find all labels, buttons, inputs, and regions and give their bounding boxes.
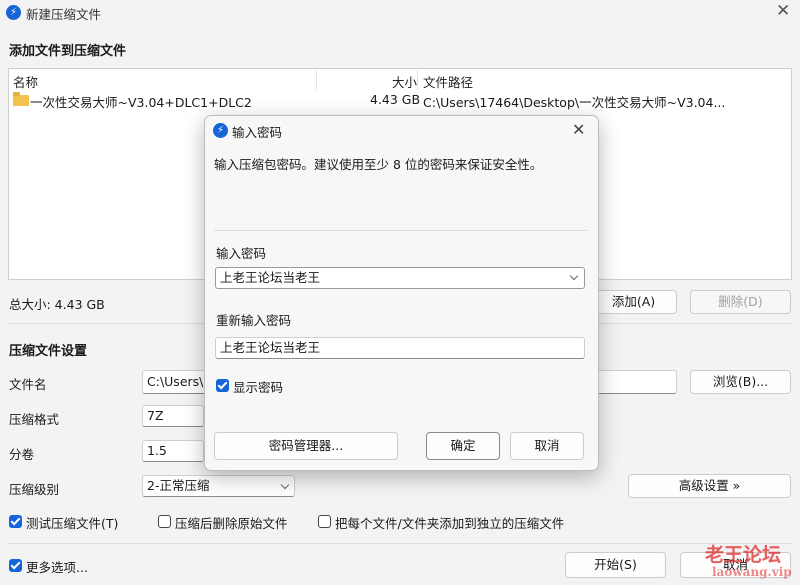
password-dialog: ⚡ 输入密码 ✕ 输入压缩包密码。建议使用至少 8 位的密码来保证安全性。 输入… bbox=[204, 115, 599, 471]
ok-button[interactable]: 确定 bbox=[426, 432, 500, 460]
level-value: 2-正常压缩 bbox=[147, 478, 210, 493]
test-archive-label[interactable]: 测试压缩文件(T) bbox=[26, 513, 118, 532]
filename-label: 文件名 bbox=[9, 377, 47, 392]
browse-button[interactable]: 浏览(B)... bbox=[690, 370, 791, 394]
repeat-password-input[interactable]: 上老王论坛当老王 bbox=[215, 337, 585, 359]
volume-input[interactable]: 1.5 bbox=[142, 440, 204, 462]
column-header-path[interactable]: 文件路径 bbox=[423, 72, 473, 91]
advanced-settings-button[interactable]: 高级设置 » bbox=[628, 474, 791, 498]
chevron-down-icon bbox=[280, 480, 290, 490]
password-label: 输入密码 bbox=[216, 246, 267, 261]
watermark-title: 老王论坛 bbox=[705, 544, 782, 566]
password-input[interactable]: 上老王论坛当老王 bbox=[215, 267, 585, 289]
dialog-close-icon[interactable]: ✕ bbox=[572, 120, 585, 139]
file-path-cell: C:\Users\17464\Desktop\一次性交易大师~V3.04... bbox=[423, 95, 726, 110]
dialog-app-icon: ⚡ bbox=[213, 123, 228, 138]
add-button[interactable]: 添加(A) bbox=[590, 290, 677, 314]
test-archive-checkbox[interactable] bbox=[9, 515, 22, 528]
level-select[interactable]: 2-正常压缩 bbox=[142, 475, 295, 497]
file-size-cell: 4.43 GB bbox=[370, 92, 421, 107]
window-close-icon[interactable]: ✕ bbox=[776, 1, 790, 21]
delete-after-checkbox[interactable] bbox=[158, 515, 171, 528]
file-name-cell: 一次性交易大师~V3.04+DLC1+DLC2 bbox=[30, 95, 252, 110]
app-icon: ⚡ bbox=[6, 5, 21, 20]
separate-archives-label[interactable]: 把每个文件/文件夹添加到独立的压缩文件 bbox=[335, 513, 564, 532]
dialog-description: 输入压缩包密码。建议使用至少 8 位的密码来保证安全性。 bbox=[214, 157, 543, 172]
start-button[interactable]: 开始(S) bbox=[565, 552, 666, 578]
settings-heading: 压缩文件设置 bbox=[9, 344, 88, 359]
show-password-label[interactable]: 显示密码 bbox=[233, 377, 283, 396]
chevron-down-icon bbox=[569, 271, 579, 281]
window-title: 新建压缩文件 bbox=[26, 7, 102, 22]
add-files-heading: 添加文件到压缩文件 bbox=[9, 44, 127, 59]
column-divider[interactable] bbox=[417, 70, 418, 90]
password-value: 上老王论坛当老王 bbox=[220, 270, 321, 285]
volume-label: 分卷 bbox=[9, 447, 35, 462]
password-manager-button[interactable]: 密码管理器... bbox=[214, 432, 398, 460]
table-row[interactable]: 一次性交易大师~V3.04+DLC1+DLC2 4.43 GB C:\Users… bbox=[9, 91, 791, 110]
more-options-checkbox[interactable] bbox=[9, 559, 22, 572]
format-label: 压缩格式 bbox=[9, 412, 60, 427]
watermark-url: laowang.vip bbox=[712, 565, 792, 579]
divider bbox=[214, 230, 588, 231]
repeat-password-label: 重新输入密码 bbox=[216, 313, 292, 328]
delete-after-label[interactable]: 压缩后删除原始文件 bbox=[175, 513, 288, 532]
level-label: 压缩级别 bbox=[9, 482, 60, 497]
column-header-size[interactable]: 大小 bbox=[392, 72, 417, 91]
dialog-title: 输入密码 bbox=[232, 125, 283, 140]
folder-icon bbox=[13, 92, 29, 106]
column-divider[interactable] bbox=[316, 70, 317, 90]
more-options-label[interactable]: 更多选项... bbox=[26, 557, 88, 576]
divider bbox=[8, 543, 792, 544]
separate-archives-checkbox[interactable] bbox=[318, 515, 331, 528]
column-header-name[interactable]: 名称 bbox=[13, 72, 38, 91]
total-size-label: 总大小: 4.43 GB bbox=[9, 297, 105, 312]
title-bar: ⚡ 新建压缩文件 ✕ bbox=[0, 0, 800, 26]
remove-button[interactable]: 删除(D) bbox=[690, 290, 791, 314]
dialog-cancel-button[interactable]: 取消 bbox=[510, 432, 584, 460]
format-select[interactable]: 7Z bbox=[142, 405, 204, 427]
show-password-checkbox[interactable] bbox=[216, 379, 229, 392]
